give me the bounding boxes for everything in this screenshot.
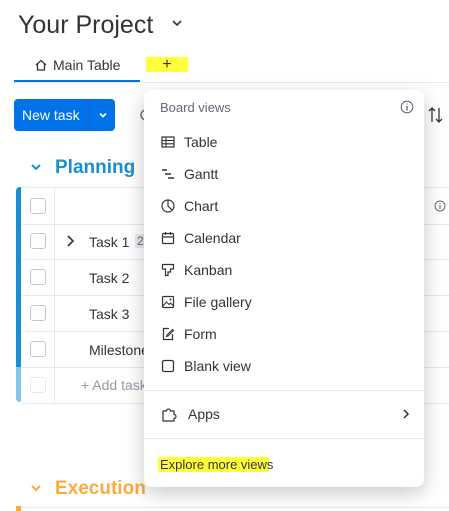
menu-item-calendar[interactable]: Calendar [144, 222, 424, 254]
menu-header: Board views [160, 100, 231, 115]
board-views-menu: Board views Table Gantt Chart Calendar K… [144, 90, 424, 487]
task-name[interactable]: Milestone [89, 342, 149, 358]
puzzle-icon [160, 405, 178, 423]
add-view-button[interactable]: + [146, 57, 188, 73]
form-icon [160, 326, 176, 342]
tab-main-table[interactable]: Main Table [34, 56, 120, 74]
row-checkbox[interactable] [30, 269, 46, 285]
calendar-icon [160, 230, 176, 246]
tab-main-table-label: Main Table [53, 57, 121, 73]
row-checkbox[interactable] [30, 305, 46, 321]
row-select-cell [21, 331, 55, 367]
execution-collapse-chevron-icon[interactable] [29, 481, 43, 495]
table-icon [160, 134, 176, 150]
chevron-down-icon [97, 109, 109, 121]
project-menu-chevron-icon[interactable] [170, 16, 184, 30]
menu-item-label: Apps [188, 406, 220, 422]
group-title-execution[interactable]: Execution [55, 478, 146, 500]
column-info-icon[interactable] [434, 200, 446, 212]
select-all-cell [21, 188, 55, 224]
menu-item-label: Table [184, 134, 218, 150]
kanban-icon [160, 262, 176, 278]
menu-item-label: Kanban [184, 262, 233, 278]
task-name[interactable]: Task 2 [89, 270, 129, 286]
menu-item-table[interactable]: Table [144, 126, 424, 158]
file-gallery-icon [160, 294, 176, 310]
blank-view-icon [160, 358, 176, 374]
menu-item-label: File gallery [184, 294, 252, 310]
row-select-cell [21, 259, 55, 295]
task-name[interactable]: Task 3 [89, 306, 129, 322]
gantt-icon [160, 166, 176, 182]
menu-item-chart[interactable]: Chart [144, 190, 424, 222]
row-checkbox[interactable] [30, 341, 46, 357]
sort-icon[interactable] [428, 106, 444, 124]
menu-item-label: Chart [184, 198, 219, 214]
new-task-label: New task [22, 107, 80, 123]
menu-item-label: Form [184, 326, 217, 342]
new-task-dropdown-button[interactable] [90, 99, 115, 131]
menu-item-apps[interactable]: Apps [144, 398, 424, 430]
menu-item-file-gallery[interactable]: File gallery [144, 286, 424, 318]
menu-item-label: Blank view [184, 358, 251, 374]
menu-item-label: Gantt [184, 166, 219, 182]
menu-item-form[interactable]: Form [144, 318, 424, 350]
project-title[interactable]: Your Project [18, 8, 153, 42]
home-icon [34, 58, 48, 72]
row-select-cell [21, 295, 55, 331]
expand-subitems-chevron-icon[interactable] [65, 234, 77, 248]
chevron-right-icon [400, 408, 412, 420]
menu-divider [144, 438, 424, 439]
menu-item-kanban[interactable]: Kanban [144, 254, 424, 286]
info-icon[interactable] [400, 100, 414, 114]
row-checkbox[interactable] [30, 233, 46, 249]
add-row-select-cell [21, 367, 55, 403]
chart-icon [160, 198, 176, 214]
execution-table-top-border [21, 507, 449, 508]
add-task-input[interactable]: + Add task [81, 377, 147, 393]
add-row-checkbox [30, 377, 46, 393]
select-all-checkbox[interactable] [30, 198, 46, 214]
task-name[interactable]: Task 1 [89, 234, 129, 250]
menu-item-label: Calendar [184, 230, 241, 246]
tab-bar-divider [14, 82, 449, 83]
row-select-cell [21, 223, 55, 259]
explore-more-views-link[interactable]: Explore more views [158, 457, 276, 472]
group-title-planning[interactable]: Planning [55, 157, 135, 179]
menu-divider [144, 390, 424, 391]
menu-item-gantt[interactable]: Gantt [144, 158, 424, 190]
new-task-button[interactable]: New task [14, 99, 115, 131]
planning-collapse-chevron-icon[interactable] [29, 160, 43, 174]
menu-item-blank-view[interactable]: Blank view [144, 350, 424, 382]
